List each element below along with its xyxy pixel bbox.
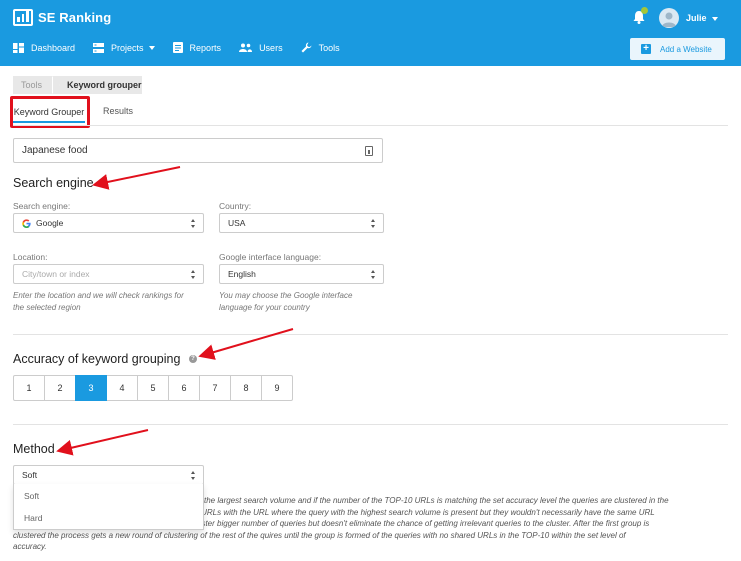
accuracy-option-3[interactable]: 3 (75, 375, 107, 401)
annotation-arrow-2 (198, 328, 294, 360)
annotation-arrow-3 (56, 429, 149, 456)
annotation-arrows (56, 166, 294, 456)
annotation-arrow-1 (92, 166, 181, 190)
